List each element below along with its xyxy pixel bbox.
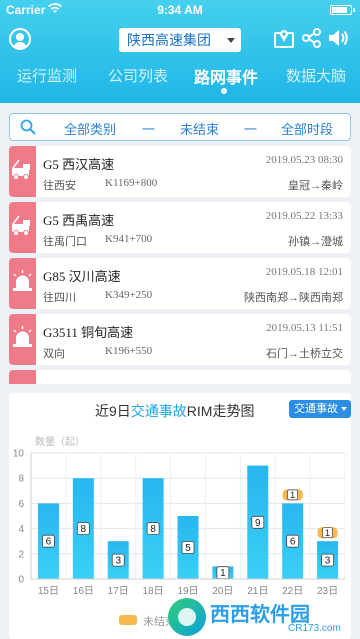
y-tick-label: 2 — [18, 549, 24, 560]
x-tick-label: 16日 — [73, 586, 94, 597]
filter-bar: 全部类别 一 未结束 一 全部时段 — [9, 113, 351, 141]
y-tick-label: 4 — [18, 524, 24, 535]
tow-truck-icon — [9, 146, 36, 197]
share-icon[interactable] — [301, 27, 323, 49]
watermark-url: CR173.com — [288, 623, 341, 634]
org-select[interactable]: 陕西高速集团 — [119, 28, 241, 52]
data-label: 5 — [185, 543, 191, 554]
list-item[interactable]: G3511 铜旬高速 2019.05.13 11:51 双向 K196+550 … — [9, 314, 351, 365]
search-icon[interactable] — [20, 119, 36, 135]
data-label: 9 — [255, 518, 261, 529]
x-tick-label: 18日 — [143, 586, 164, 597]
y-tick-label: 0 — [18, 575, 24, 586]
org-select-label: 陕西高速集团 — [127, 32, 211, 48]
category-filter[interactable]: 全部类别 — [64, 119, 116, 138]
event-route: 陕西南郑→陕西南郑 — [244, 292, 343, 304]
watermark-logo-icon — [168, 598, 206, 636]
event-time: 2019.05.23 08:30 — [265, 154, 343, 166]
y-tick-label: 8 — [18, 474, 24, 485]
status-bar: Carrier 9:34 AM — [0, 0, 360, 20]
battery-icon — [330, 5, 355, 15]
tab-company-list[interactable]: 公司列表 — [108, 65, 168, 89]
x-tick-label: 15日 — [38, 586, 59, 597]
tab-data-brain[interactable]: 数据大脑 — [286, 65, 346, 89]
y-tick-label: 6 — [18, 499, 24, 510]
data-label: 3 — [325, 556, 331, 567]
tab-bar: 运行监测 公司列表 路网事件 数据大脑 — [0, 62, 360, 94]
y-axis-label: 数量（起） — [35, 435, 85, 448]
event-time: 2019.05.13 11:51 — [266, 322, 343, 334]
y-tick-label: 10 — [13, 449, 25, 460]
event-time: 2019.05.18 12:01 — [265, 266, 343, 278]
chevron-down-icon — [227, 38, 235, 43]
event-route: 皇冠→秦岭 — [288, 180, 343, 192]
data-label: 6 — [290, 537, 296, 548]
status-filter[interactable]: 未结束 — [180, 119, 219, 138]
event-direction: 往禹门口 — [43, 236, 87, 248]
filter-separator: 一 — [142, 122, 156, 137]
event-km: K196+550 — [105, 345, 153, 357]
speaker-icon[interactable] — [327, 27, 349, 49]
event-title: G5 西禹高速 — [43, 213, 115, 228]
user-avatar-icon[interactable] — [9, 28, 31, 50]
tab-road-events[interactable]: 路网事件 — [194, 64, 258, 88]
tow-truck-icon — [9, 202, 36, 253]
event-title: G5 西汉高速 — [43, 157, 115, 172]
legend-swatch — [119, 615, 137, 625]
unfinished-label: 1 — [290, 490, 295, 500]
data-label: 8 — [150, 524, 156, 535]
active-tab-indicator — [221, 88, 227, 94]
data-label: 1 — [220, 568, 226, 579]
siren-icon — [9, 314, 36, 365]
list-item[interactable] — [9, 370, 351, 384]
event-km: K1169+800 — [105, 177, 158, 189]
unfinished-label: 1 — [325, 528, 330, 538]
map-pin-icon[interactable] — [273, 27, 295, 49]
event-title: G85 汉川高速 — [43, 269, 121, 284]
watermark: 西西软件园 CR173.com — [168, 596, 360, 639]
clock: 9:34 AM — [157, 3, 203, 17]
x-tick-label: 17日 — [108, 586, 129, 597]
data-label: 3 — [115, 556, 121, 567]
event-direction: 往西安 — [43, 180, 76, 192]
event-route: 石门→土桥立交 — [266, 348, 343, 360]
event-km: K941+700 — [105, 233, 153, 245]
period-filter[interactable]: 全部时段 — [281, 119, 333, 138]
data-label: 6 — [46, 537, 52, 548]
list-item[interactable]: G5 西汉高速 2019.05.23 08:30 往西安 K1169+800 皇… — [9, 146, 351, 197]
event-list: G5 西汉高速 2019.05.23 08:30 往西安 K1169+800 皇… — [9, 146, 351, 384]
event-time: 2019.05.22 13:33 — [265, 210, 343, 222]
siren-icon — [9, 258, 36, 309]
event-route: 孙镇→澄城 — [288, 236, 343, 248]
tab-monitoring[interactable]: 运行监测 — [17, 65, 77, 89]
event-title: G3511 铜旬高速 — [43, 325, 134, 340]
event-direction: 往四川 — [43, 292, 76, 304]
event-km: K349+250 — [105, 289, 153, 301]
list-item[interactable]: G5 西禹高速 2019.05.22 13:33 往禹门口 K941+700 孙… — [9, 202, 351, 253]
event-direction: 双向 — [43, 348, 65, 360]
siren-icon — [9, 370, 36, 384]
app-header: Carrier 9:34 AM 陕西高速集团 运行监测 公司列表 路网事件 数据… — [0, 0, 360, 103]
list-item[interactable]: G85 汉川高速 2019.05.18 12:01 往四川 K349+250 陕… — [9, 258, 351, 309]
filter-separator: 一 — [244, 122, 258, 137]
data-label: 8 — [81, 524, 87, 535]
